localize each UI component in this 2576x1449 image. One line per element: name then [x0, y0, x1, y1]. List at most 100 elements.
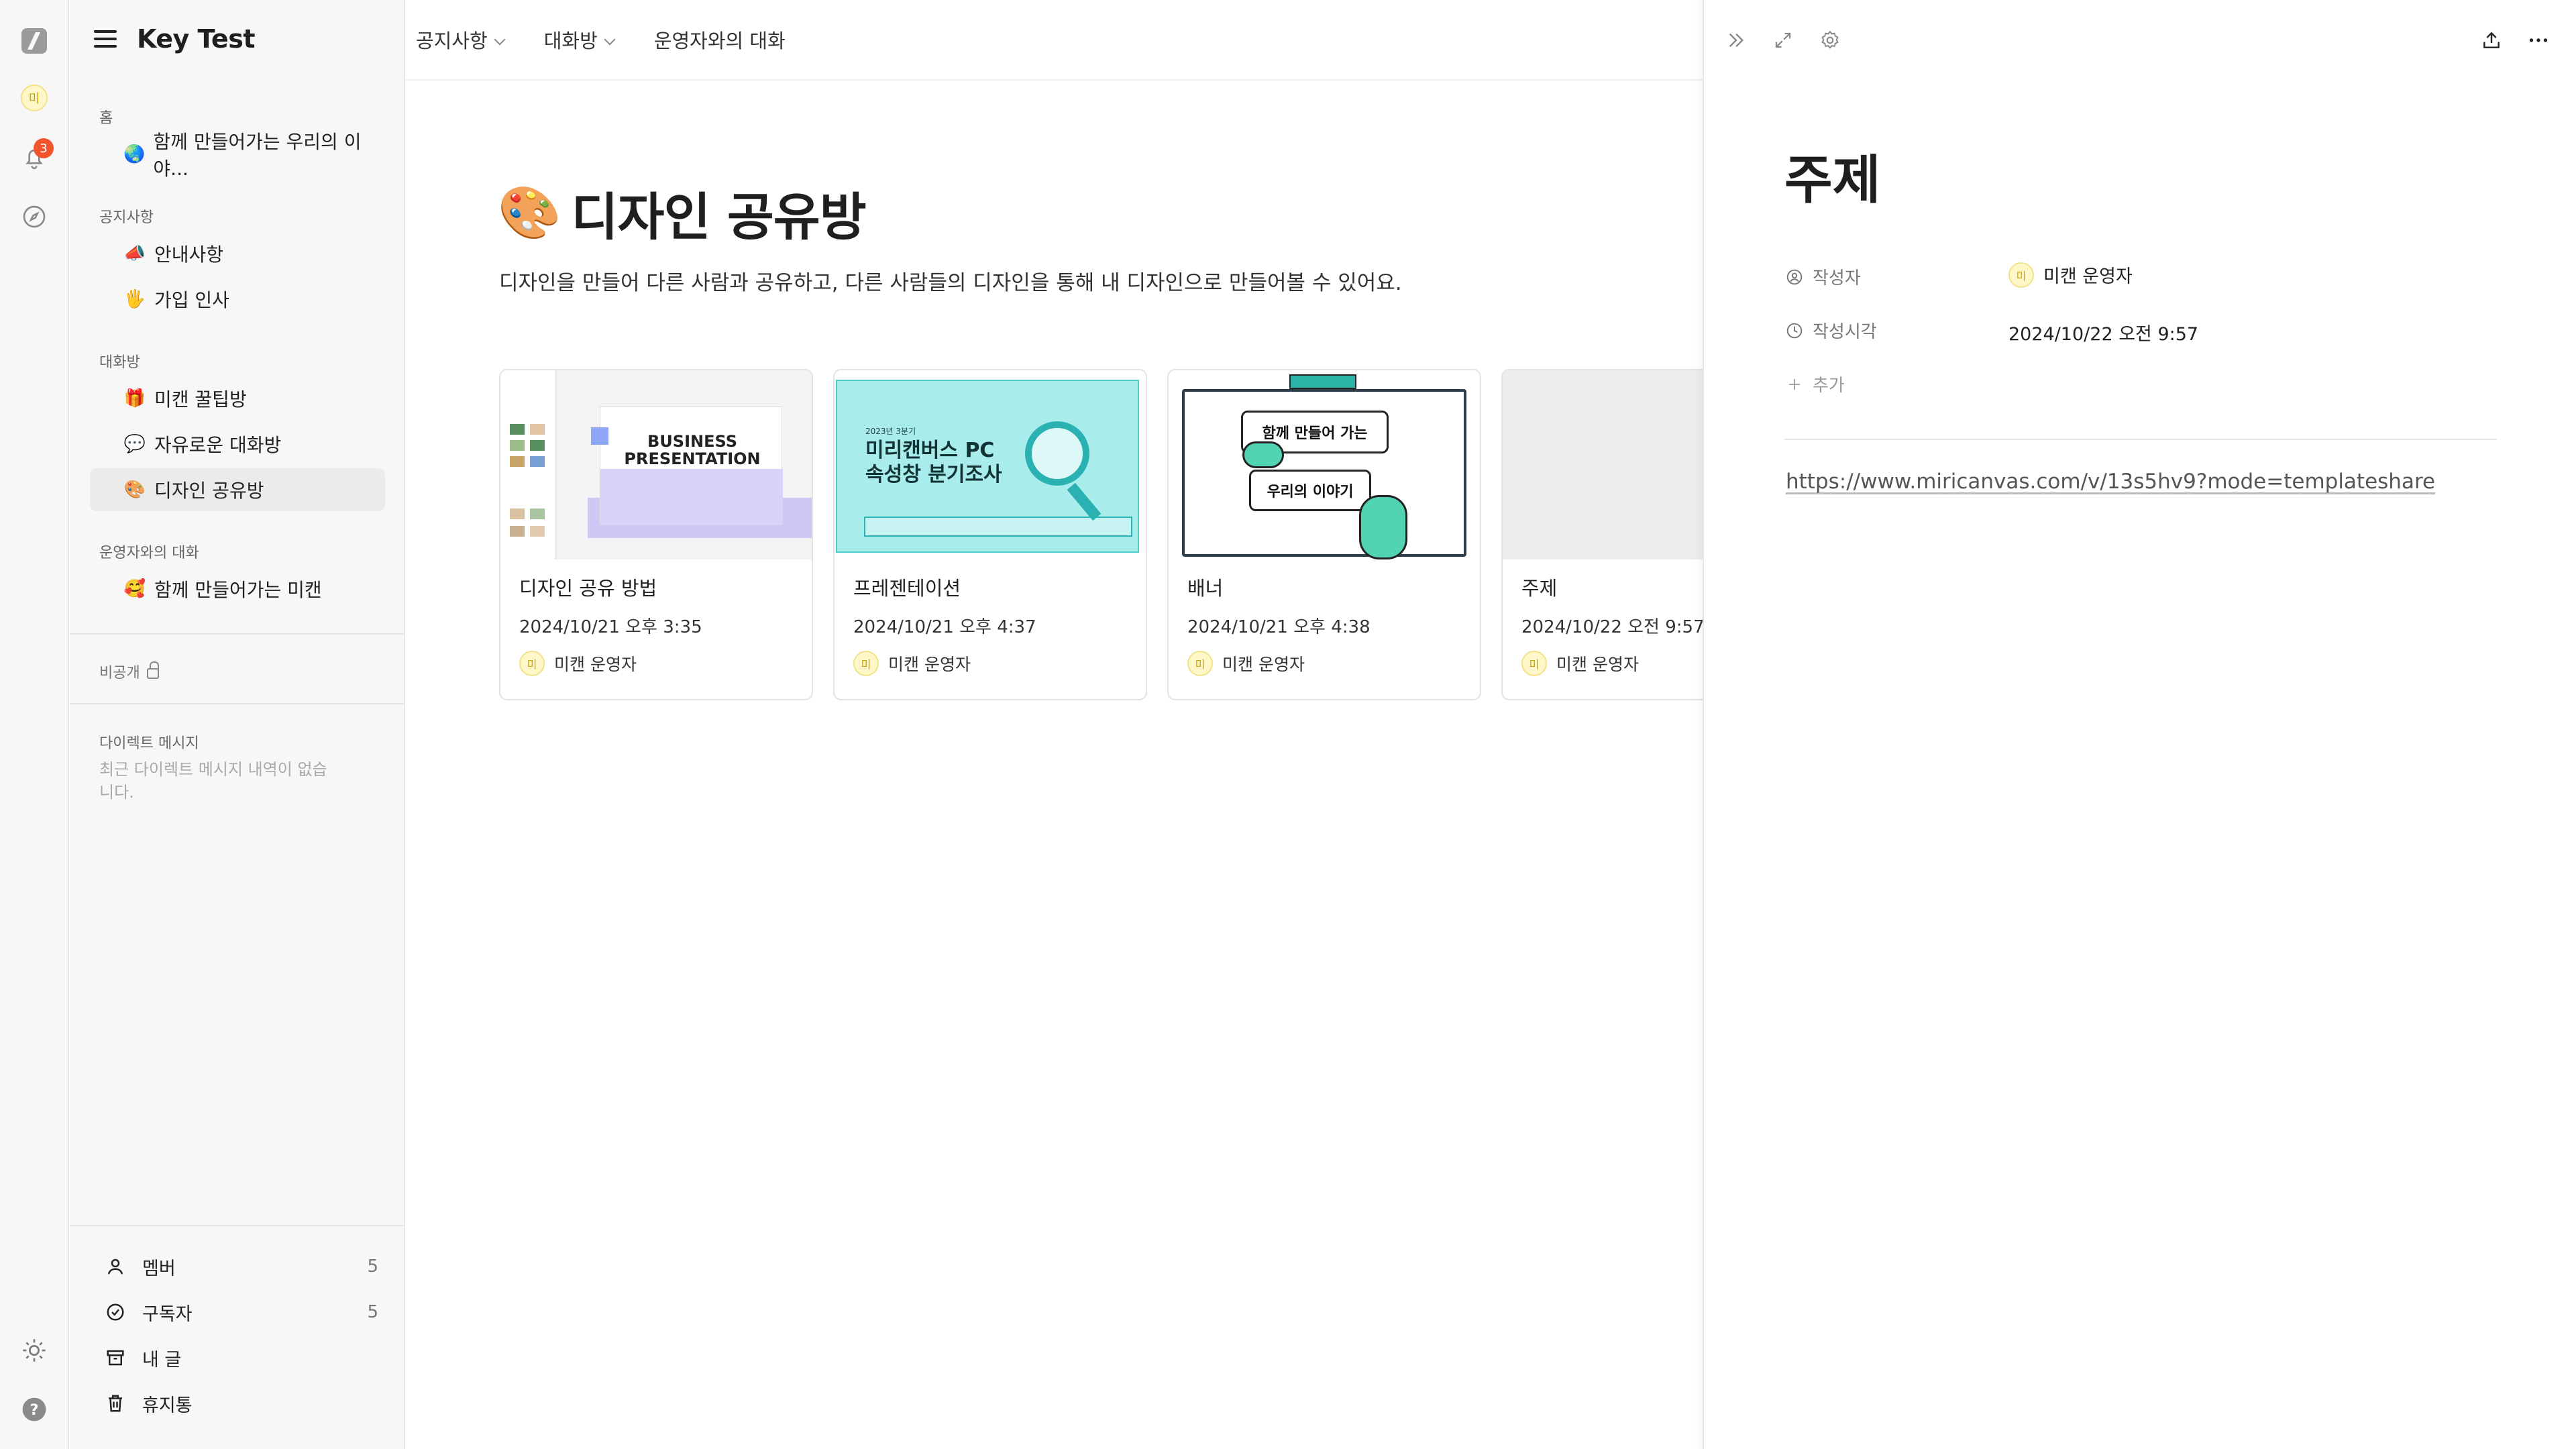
- topnav-label: 공지사항: [416, 30, 488, 52]
- divider: [1784, 439, 2497, 440]
- page-title-text: 디자인 공유방: [571, 187, 867, 247]
- clock-icon: [1784, 321, 1805, 341]
- trash-button[interactable]: 휴지통: [103, 1386, 378, 1421]
- palette-icon: 🎨: [123, 480, 146, 500]
- time-label: 작성시각: [1813, 322, 1877, 342]
- dm-section-title: 다이렉트 메시지: [99, 735, 199, 752]
- post-card[interactable]: BUSINESS PRESENTATION 디자인 공유 방법 2024/10/…: [499, 369, 813, 700]
- detail-panel: 주제 작성자 미 미캔 운영자 작성시각 2024/10/22 오전 9:57 …: [1703, 0, 2576, 1449]
- hand-icon: 🖐️: [123, 289, 146, 309]
- svg-text:?: ?: [30, 1401, 39, 1419]
- menu-icon[interactable]: [94, 30, 117, 48]
- sidebar-item-announcement[interactable]: 📣 안내사항: [90, 232, 385, 275]
- sidebar-item-label: 함께 만들어가는 우리의 이야...: [153, 131, 362, 180]
- sidebar-item-operator-chat[interactable]: 🥰 함께 만들어가는 미캔: [90, 568, 385, 610]
- trash-label: 휴지통: [142, 1395, 193, 1416]
- trash-icon: [103, 1391, 127, 1415]
- person-icon: [103, 1254, 127, 1279]
- compass-icon[interactable]: [19, 201, 50, 232]
- sidebar-item-label: 가입 인사: [154, 289, 229, 311]
- card-date: 2024/10/21 오후 4:37: [853, 617, 1036, 637]
- sidebar-item-home-story[interactable]: 🌏 함께 만들어가는 우리의 이야...: [90, 131, 385, 180]
- sidebar-item-greeting[interactable]: 🖐️ 가입 인사: [90, 278, 385, 321]
- help-icon[interactable]: ?: [19, 1394, 50, 1425]
- more-options-icon[interactable]: [2525, 27, 2552, 54]
- add-label: 추가: [1813, 376, 1845, 396]
- plus-icon: [1784, 374, 1805, 394]
- divider: [70, 633, 405, 635]
- speech-bubble-icon: 💬: [123, 434, 146, 454]
- workspace-name[interactable]: Key Test: [137, 24, 255, 54]
- time-property: 작성시각: [1784, 318, 1877, 343]
- page-title: 🎨 디자인 공유방: [498, 176, 867, 250]
- section-label-notice: 공지사항: [99, 209, 154, 226]
- time-value: 2024/10/22 오전 9:57: [2008, 324, 2199, 345]
- section-label-home: 홈: [99, 110, 113, 127]
- add-property-button[interactable]: 추가: [1784, 372, 1845, 396]
- avatar: 미: [1521, 651, 1547, 676]
- topnav-chat[interactable]: 대화방: [544, 25, 616, 54]
- my-posts-button[interactable]: 내 글: [103, 1340, 378, 1375]
- user-avatar[interactable]: 미: [21, 85, 48, 111]
- post-card[interactable]: 2023년 3분기 미리캔버스 PC 속성창 분기조사 프레젠테이션 2024/…: [833, 369, 1147, 700]
- topnav-label: 운영자와의 대화: [653, 30, 786, 52]
- section-label-chat: 대화방: [99, 354, 140, 371]
- archive-icon: [103, 1346, 127, 1370]
- topnav-notice[interactable]: 공지사항: [416, 25, 506, 54]
- author-name: 미캔 운영자: [888, 655, 971, 674]
- app-rail: 미 3 ?: [0, 0, 69, 1449]
- author-property: 작성자: [1784, 264, 1861, 289]
- share-upload-icon[interactable]: [2478, 27, 2505, 54]
- private-label: 비공개: [99, 665, 140, 682]
- divider: [70, 703, 405, 704]
- card-date: 2024/10/21 오후 4:38: [1187, 617, 1371, 637]
- sidebar-item-free-chat[interactable]: 💬 자유로운 대화방: [90, 423, 385, 466]
- sidebar-item-label: 안내사항: [154, 244, 224, 266]
- members-count: 5: [367, 1256, 378, 1277]
- card-title: 주제: [1521, 577, 1558, 600]
- author-value[interactable]: 미 미캔 운영자: [2008, 262, 2133, 288]
- sidebar-item-tips[interactable]: 🎁 미캔 꿀팁방: [90, 377, 385, 420]
- post-card[interactable]: 함께 만들어 가는 우리의 이야기 배너 2024/10/21 오후 4:38 …: [1167, 369, 1481, 700]
- divider: [70, 1225, 405, 1226]
- smiling-hearts-icon: 🥰: [123, 579, 146, 599]
- author-name: 미캔 운영자: [2043, 266, 2133, 287]
- chevron-down-icon: [604, 34, 616, 46]
- card-thumbnail: 2023년 3분기 미리캔버스 PC 속성창 분기조사: [835, 370, 1146, 559]
- subscribers-button[interactable]: 구독자 5: [103, 1295, 378, 1330]
- card-title: 프레젠테이션: [853, 577, 961, 600]
- megaphone-icon: 📣: [123, 244, 146, 264]
- gear-icon[interactable]: [1817, 27, 1843, 54]
- avatar: 미: [853, 651, 879, 676]
- members-button[interactable]: 멤버 5: [103, 1249, 378, 1284]
- check-circle-icon: [103, 1300, 127, 1324]
- top-navigation: 공지사항 대화방 운영자와의 대화: [416, 25, 786, 54]
- expand-icon[interactable]: [1770, 27, 1796, 54]
- card-title: 배너: [1187, 577, 1224, 600]
- thumb-text: 미리캔버스 PC 속성창 분기조사: [865, 439, 1002, 486]
- card-title: 디자인 공유 방법: [519, 577, 657, 600]
- post-link[interactable]: https://www.miricanvas.com/v/13s5hv9?mod…: [1786, 470, 2435, 494]
- members-label: 멤버: [142, 1258, 176, 1279]
- sidebar-item-design-share[interactable]: 🎨 디자인 공유방: [90, 468, 385, 511]
- lock-icon: [146, 661, 159, 679]
- notification-badge: 3: [34, 138, 54, 158]
- post-title[interactable]: 주제: [1784, 138, 1881, 213]
- dm-empty-message: 최근 다이렉트 메시지 내역이 없습니다.: [99, 760, 327, 802]
- globe-icon: 🌏: [123, 144, 146, 164]
- sidebar-item-label: 자유로운 대화방: [154, 434, 282, 456]
- theme-sun-icon[interactable]: [19, 1335, 50, 1366]
- sidebar-item-label: 함께 만들어가는 미캔: [154, 579, 322, 601]
- my-posts-label: 내 글: [142, 1349, 182, 1371]
- app-logo-icon[interactable]: [19, 25, 50, 56]
- thumb-small-text: 2023년 3분기: [865, 427, 916, 436]
- avatar: 미: [1187, 651, 1213, 676]
- collapse-panel-icon[interactable]: [1723, 27, 1750, 54]
- avatar: 미: [2008, 262, 2034, 288]
- author-label: 작성자: [1813, 268, 1861, 288]
- thumb-text: 우리의 이야기: [1249, 470, 1371, 511]
- subscribers-count: 5: [367, 1302, 378, 1322]
- card-thumbnail: BUSINESS PRESENTATION: [500, 370, 812, 559]
- private-section[interactable]: 비공개: [99, 661, 159, 682]
- topnav-operator[interactable]: 운영자와의 대화: [654, 25, 786, 54]
